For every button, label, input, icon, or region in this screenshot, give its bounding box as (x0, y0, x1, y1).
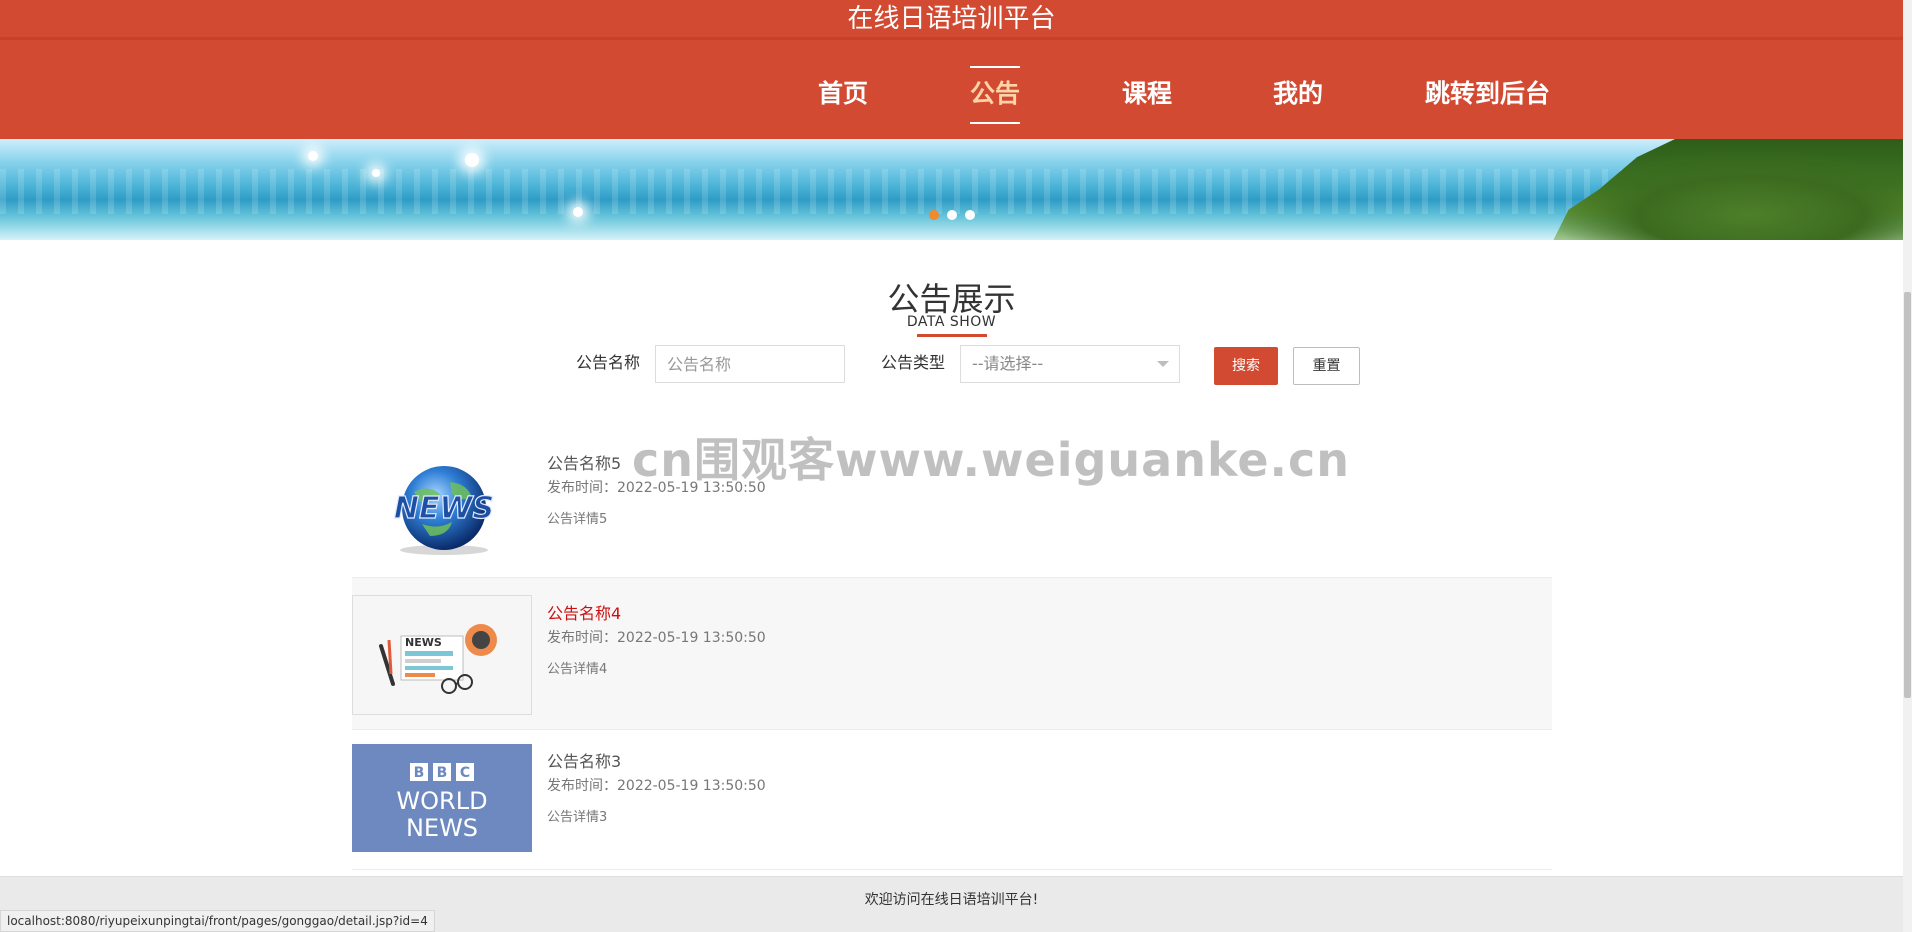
main-nav: 首页 公告 课程 我的 跳转到后台 (0, 64, 1903, 124)
sun-sparkle-icon (372, 169, 380, 177)
bbc-letter-1: B (414, 765, 425, 781)
news-logo-text: NEWS (394, 491, 494, 526)
list-separator (352, 869, 1552, 870)
bbc-news-text: NEWS (406, 814, 478, 842)
nav-item-mine[interactable]: 我的 (1273, 64, 1323, 124)
notice-date-row: 发布时间：2022-05-19 13:50:50 (547, 775, 766, 795)
sun-sparkle-icon (465, 153, 479, 167)
notice-title[interactable]: 公告名称3 (547, 748, 621, 772)
bbc-world-news-image: B B C WORLD NEWS (352, 744, 532, 852)
bbc-letter-3: C (460, 765, 470, 781)
search-button[interactable]: 搜索 (1214, 347, 1278, 385)
reset-button[interactable]: 重置 (1293, 347, 1360, 385)
scrollbar-thumb[interactable] (1904, 292, 1911, 698)
notice-name-label: 公告名称 (576, 353, 641, 372)
carousel-dot-2[interactable] (947, 210, 957, 220)
top-header: 在线日语培训平台 首页 公告 课程 我的 跳转到后台 (0, 0, 1903, 139)
header-divider (0, 37, 1903, 40)
footer-text: 欢迎访问在线日语培训平台! (864, 892, 1039, 908)
notice-date-label: 发布时间： (547, 778, 617, 794)
news-logo-text: NEWS (405, 636, 442, 649)
notice-date-row: 发布时间：2022-05-19 13:50:50 (547, 627, 766, 647)
page-scrollbar[interactable] (1903, 0, 1912, 932)
site-title: 在线日语培训平台 (847, 4, 1056, 34)
notice-date-row: 发布时间：2022-05-19 13:50:50 (547, 477, 766, 497)
notice-type-label: 公告类型 (881, 353, 946, 372)
nav-item-notices[interactable]: 公告 (970, 64, 1021, 124)
nav-item-courses[interactable]: 课程 (1122, 64, 1172, 124)
carousel-dots (929, 210, 975, 220)
notice-type-selected: --请选择-- (972, 354, 1044, 373)
nav-item-home[interactable]: 首页 (818, 64, 868, 124)
notice-name-input[interactable] (655, 345, 845, 383)
sun-sparkle-icon (573, 207, 583, 217)
carousel-dot-3[interactable] (965, 210, 975, 220)
notice-type-select[interactable]: --请选择-- (960, 345, 1180, 383)
notice-title[interactable]: 公告名称4 (547, 600, 621, 624)
notice-date-label: 发布时间： (547, 630, 617, 646)
banner-carousel[interactable] (0, 139, 1903, 240)
status-bar-url: localhost:8080/riyupeixunpingtai/front/p… (0, 910, 435, 932)
section-underline (917, 334, 987, 337)
notice-date: 2022-05-19 13:50:50 (617, 630, 766, 646)
newspaper-illustration-image: NEWS (352, 595, 532, 715)
bbc-letter-2: B (437, 765, 448, 781)
list-item[interactable]: B B C WORLD NEWS 公告名称3 发布时间：2022-05-19 1… (352, 730, 1552, 870)
nav-item-admin[interactable]: 跳转到后台 (1425, 64, 1550, 124)
news-globe-image: NEWS (352, 452, 532, 560)
notice-title[interactable]: 公告名称5 (547, 450, 621, 474)
notice-date: 2022-05-19 13:50:50 (617, 480, 766, 496)
list-item[interactable]: NEWS 公告名称4 发布时间：2022-05-19 13:50:50 公告详情… (352, 578, 1552, 730)
section-subtitle: DATA SHOW (906, 314, 997, 330)
notice-date-label: 发布时间： (547, 480, 617, 496)
bbc-world-text: WORLD (396, 787, 487, 815)
notice-detail: 公告详情3 (547, 810, 608, 825)
list-item[interactable]: NEWS 公告名称5 发布时间：2022-05-19 13:50:50 公告详情… (352, 428, 1552, 578)
sun-sparkle-icon (308, 151, 318, 161)
notice-detail: 公告详情5 (547, 512, 608, 527)
notice-detail: 公告详情4 (547, 662, 608, 677)
carousel-dot-1[interactable] (929, 210, 939, 220)
notice-date: 2022-05-19 13:50:50 (617, 778, 766, 794)
chevron-down-icon (1157, 361, 1169, 367)
